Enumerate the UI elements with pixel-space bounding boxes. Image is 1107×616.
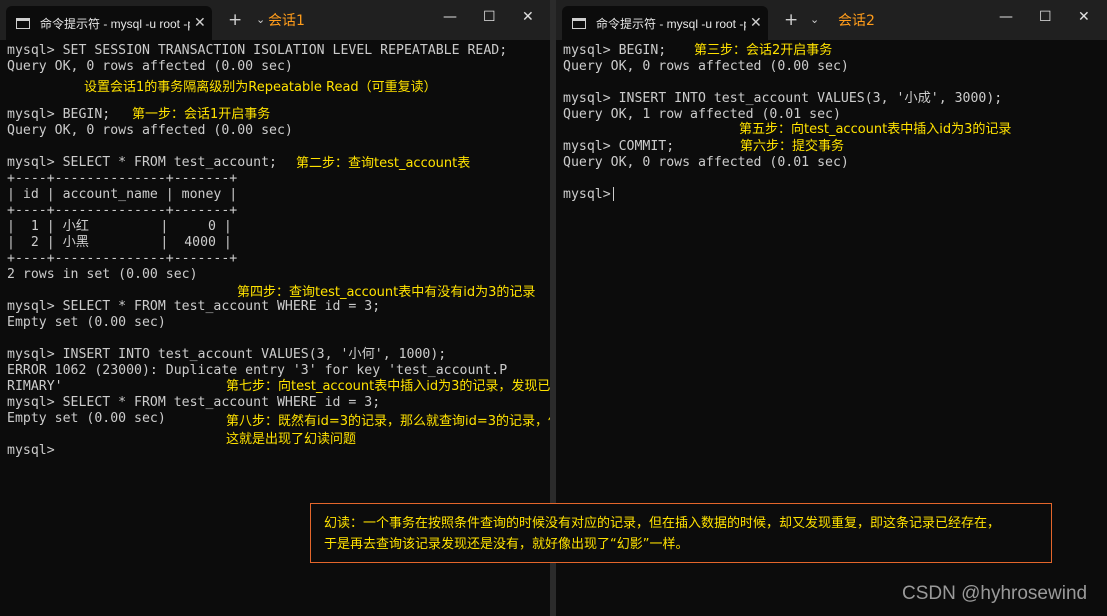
annotation-step1: 第一步：会话1开启事务 — [132, 107, 271, 122]
terminal-line: mysql> BEGIN; — [563, 43, 667, 58]
text-cursor — [612, 187, 614, 201]
terminal-line: mysql> SET SESSION TRANSACTION ISOLATION… — [7, 43, 508, 58]
chevron-down-icon[interactable]: ⌄ — [810, 13, 819, 26]
terminal-line: +----+--------------+-------+ — [7, 171, 238, 186]
terminal-line: mysql> SELECT * FROM test_account WHERE … — [7, 395, 381, 410]
terminal-line: 2 rows in set (0.00 sec) — [7, 267, 198, 282]
terminal-line: mysql> SELECT * FROM test_account WHERE … — [7, 299, 381, 314]
terminal-line: mysql> INSERT INTO test_account VALUES(3… — [7, 347, 447, 362]
annotation-step5: 第五步：向test_account表中插入id为3的记录 — [739, 122, 1012, 137]
close-tab-icon[interactable]: ✕ — [750, 15, 762, 31]
terminal-line: Query OK, 0 rows affected (0.00 sec) — [7, 123, 293, 138]
terminal-icon — [572, 17, 586, 29]
session-label: 会话2 — [838, 13, 875, 29]
close-button[interactable]: ✕ — [1078, 9, 1090, 25]
terminal-output[interactable]: mysql> SET SESSION TRANSACTION ISOLATION… — [7, 43, 550, 459]
annotation-set-isolation: 设置会话1的事务隔离级别为Repeatable Read（可重复读） — [84, 80, 437, 95]
tab-command-prompt[interactable]: 命令提示符 - mysql -u root -p ✕ — [6, 6, 212, 40]
session-label: 会话1 — [268, 13, 305, 29]
minimize-button[interactable]: — — [443, 9, 457, 25]
terminal-line: Empty set (0.00 sec) — [7, 315, 166, 330]
tab-title: 命令提示符 - mysql -u root -p — [40, 16, 190, 31]
terminal-line: +----+--------------+-------+ — [7, 251, 238, 266]
title-bar: 命令提示符 - mysql -u root -p ✕ + ⌄ 会话1 — ☐ ✕ — [0, 0, 550, 40]
phantom-read-note: 幻读：一个事务在按照条件查询的时候没有对应的记录，但在插入数据的时候，却又发现重… — [310, 503, 1052, 563]
new-tab-button[interactable]: + — [228, 10, 242, 30]
terminal-line: Query OK, 0 rows affected (0.00 sec) — [563, 59, 849, 74]
terminal-line: +----+--------------+-------+ — [7, 203, 238, 218]
close-tab-icon[interactable]: ✕ — [194, 15, 206, 31]
annotation-step3: 第三步：会话2开启事务 — [694, 43, 833, 58]
terminal-line: | 2 | 小黑 | 4000 | — [7, 235, 232, 250]
terminal-line: | id | account_name | money | — [7, 187, 238, 202]
terminal-line: Query OK, 0 rows affected (0.00 sec) — [7, 59, 293, 74]
annotation-step7: 第七步：向test_account表中插入id为3的记录，发现已经有id为3的记… — [226, 379, 550, 394]
terminal-line: mysql> INSERT INTO test_account VALUES(3… — [563, 91, 1003, 106]
note-line-1: 幻读：一个事务在按照条件查询的时候没有对应的记录，但在插入数据的时候，却又发现重… — [324, 516, 1001, 531]
annotation-step8-line2: 这就是出现了幻读问题 — [226, 432, 357, 447]
tab-command-prompt[interactable]: 命令提示符 - mysql -u root -p ✕ — [562, 6, 768, 40]
title-bar: 命令提示符 - mysql -u root -p ✕ + ⌄ 会话2 — ☐ ✕ — [556, 0, 1107, 40]
minimize-button[interactable]: — — [999, 9, 1013, 25]
note-line-2: 于是再去查询该记录发现还是没有，就好像出现了“幻影”一样。 — [324, 537, 689, 552]
terminal-icon — [16, 17, 30, 29]
terminal-line: mysql> — [563, 187, 1107, 203]
terminal-line: | 1 | 小红 | 0 | — [7, 219, 232, 234]
annotation-step4: 第四步：查询test_account表中有没有id为3的记录 — [237, 285, 536, 300]
annotation-step6: 第六步：提交事务 — [740, 139, 845, 154]
terminal-line: mysql> BEGIN; — [7, 107, 111, 122]
terminal-line: ERROR 1062 (23000): Duplicate entry '3' … — [7, 363, 508, 378]
watermark: CSDN @hyhrosewind — [902, 583, 1088, 604]
annotation-step2: 第二步：查询test_account表 — [296, 156, 471, 171]
maximize-button[interactable]: ☐ — [483, 9, 496, 25]
tab-title: 命令提示符 - mysql -u root -p — [596, 16, 746, 31]
annotation-step8-line1: 第八步：既然有id=3的记录，那么就查询id=3的记录，但发现没有该记录 — [226, 414, 550, 429]
terminal-line: Query OK, 0 rows affected (0.01 sec) — [563, 155, 849, 170]
new-tab-button[interactable]: + — [784, 10, 798, 30]
chevron-down-icon[interactable]: ⌄ — [256, 13, 265, 26]
close-button[interactable]: ✕ — [522, 9, 534, 25]
maximize-button[interactable]: ☐ — [1039, 9, 1052, 25]
